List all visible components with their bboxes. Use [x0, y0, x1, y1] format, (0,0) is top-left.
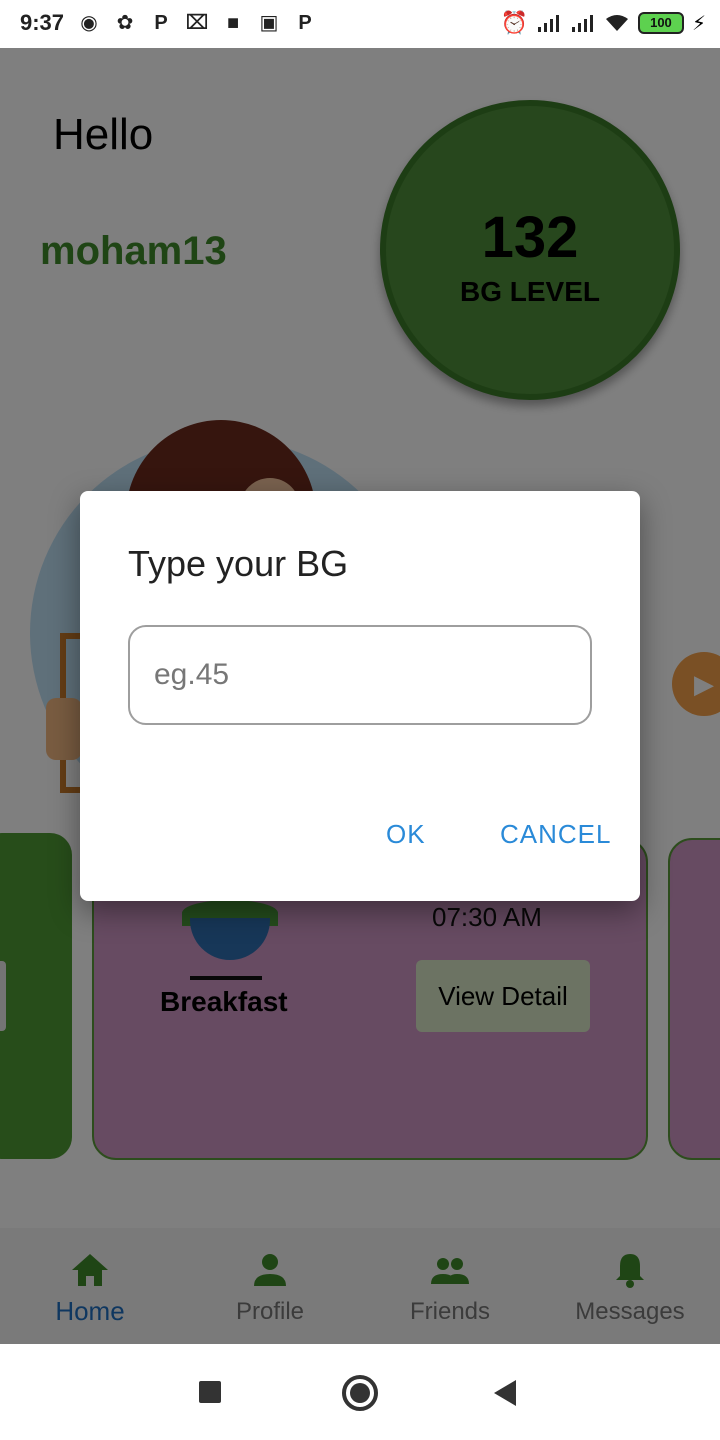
notification-icon: ◉: [80, 12, 98, 34]
dialog-title: Type your BG: [128, 543, 349, 584]
status-bar: 9:37 ◉ ✿ P ⌧ ■ ▣ P ⏰ 100 ⚡: [0, 0, 720, 48]
bg-input-field[interactable]: [128, 625, 592, 725]
system-nav-bar: [0, 1344, 720, 1440]
status-time: 9:37: [20, 10, 65, 35]
cancel-button[interactable]: CANCEL: [500, 819, 611, 850]
p-icon: P: [154, 12, 168, 34]
wifi-icon: [605, 15, 628, 31]
pinwheel-icon: ✿: [116, 12, 134, 34]
bg-input-dialog: Type your BG OK CANCEL: [80, 491, 640, 901]
home-button[interactable]: [342, 1375, 378, 1411]
alarm-icon: ⏰: [500, 10, 528, 35]
robot-icon: ▣: [259, 12, 279, 34]
x-icon: ⌧: [185, 12, 209, 34]
status-icons-right: ⏰ 100 ⚡: [501, 10, 706, 36]
charging-icon: ⚡: [691, 12, 706, 35]
status-icons-left: ◉ ✿ P ⌧ ■ ▣ P: [76, 12, 318, 34]
video-icon: ■: [226, 12, 240, 34]
signal-icon: [571, 15, 593, 32]
p-icon: P: [298, 12, 312, 34]
back-button[interactable]: [494, 1380, 516, 1406]
recents-button[interactable]: [199, 1381, 221, 1403]
ok-button[interactable]: OK: [386, 819, 426, 850]
battery-icon: 100: [637, 12, 684, 34]
signal-icon: [537, 15, 559, 32]
